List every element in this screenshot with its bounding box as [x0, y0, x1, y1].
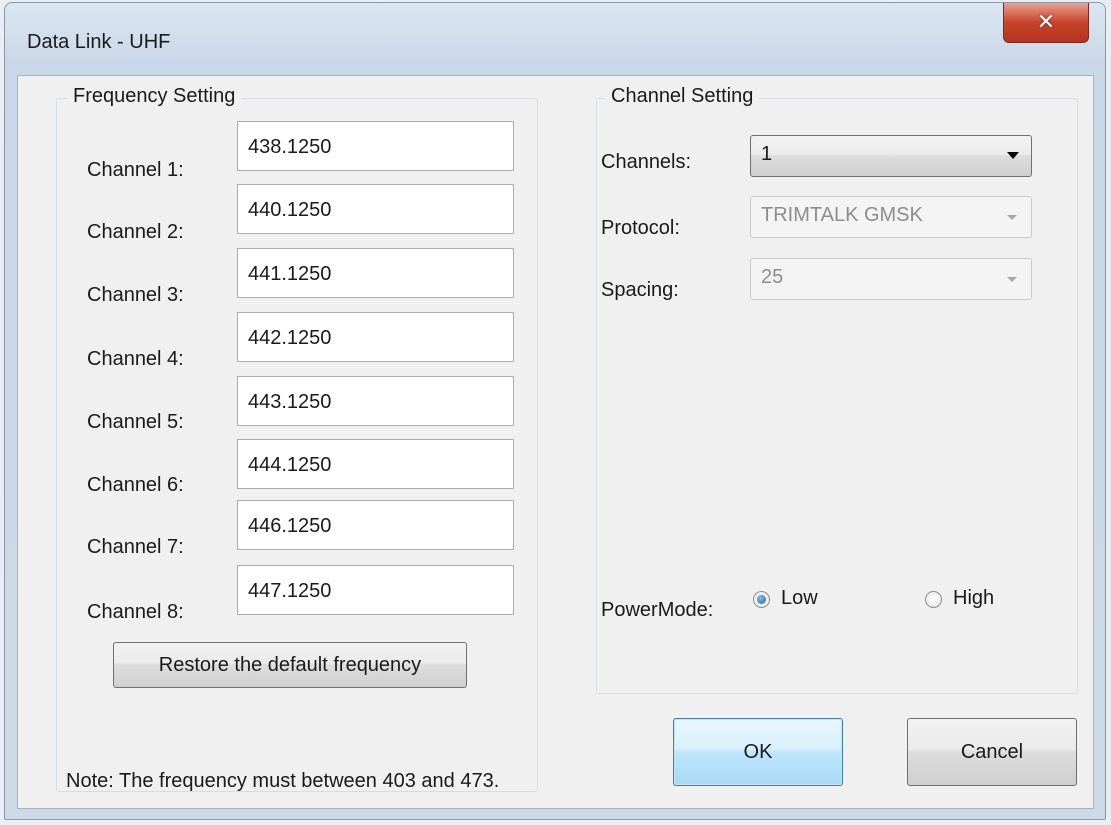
channels-value: 1: [761, 143, 773, 165]
channel-2-frequency-input[interactable]: [237, 184, 514, 234]
restore-default-frequency-button[interactable]: Restore the default frequency: [113, 642, 467, 688]
channel-setting-legend: Channel Setting: [605, 85, 760, 108]
ok-button[interactable]: OK: [673, 718, 843, 786]
chevron-down-icon: [1007, 152, 1019, 159]
channel-8-label: Channel 8:: [87, 601, 184, 623]
power-high-label[interactable]: High: [953, 587, 994, 610]
window-title: Data Link - UHF: [27, 31, 171, 53]
channel-5-frequency-input[interactable]: [237, 376, 514, 426]
spacing-value: 25: [761, 266, 784, 288]
channel-1-label: Channel 1:: [87, 159, 184, 181]
channels-dropdown[interactable]: 1: [750, 135, 1032, 177]
channels-label: Channels:: [601, 151, 692, 173]
channel-8-frequency-input[interactable]: [237, 565, 514, 615]
channel-6-label: Channel 6:: [87, 474, 184, 496]
channel-setting-group: Channel Setting Channels: 1 Protocol: TR…: [596, 85, 1078, 694]
chevron-down-icon: [1007, 277, 1017, 282]
protocol-dropdown[interactable]: TRIMTALK GMSK: [750, 196, 1032, 238]
frequency-note: Note: The frequency must between 403 and…: [66, 770, 500, 792]
cancel-button[interactable]: Cancel: [907, 718, 1077, 786]
channel-7-label: Channel 7:: [87, 536, 184, 558]
dialog-client-area: Frequency Setting Channel 1: Channel 2: …: [17, 75, 1094, 809]
channel-4-frequency-input[interactable]: [237, 312, 514, 362]
channel-5-label: Channel 5:: [87, 411, 184, 433]
close-button[interactable]: ✕: [1003, 3, 1089, 43]
frequency-setting-legend: Frequency Setting: [67, 85, 242, 108]
channel-6-frequency-input[interactable]: [237, 439, 514, 489]
channel-2-label: Channel 2:: [87, 221, 184, 243]
channel-3-label: Channel 3:: [87, 284, 184, 306]
channel-7-frequency-input[interactable]: [237, 500, 514, 550]
power-low-label[interactable]: Low: [781, 587, 818, 610]
channel-4-label: Channel 4:: [87, 348, 184, 370]
channel-1-frequency-input[interactable]: [237, 121, 514, 171]
title-bar[interactable]: Data Link - UHF ✕: [5, 3, 1105, 73]
close-icon: ✕: [1036, 10, 1056, 35]
chevron-down-icon: [1007, 215, 1017, 220]
powermode-label: PowerMode:: [601, 599, 714, 621]
spacing-label: Spacing:: [601, 279, 679, 301]
power-high-radio[interactable]: [925, 591, 942, 608]
channel-3-frequency-input[interactable]: [237, 248, 514, 298]
protocol-label: Protocol:: [601, 217, 680, 239]
spacing-dropdown[interactable]: 25: [750, 258, 1032, 300]
protocol-value: TRIMTALK GMSK: [761, 204, 923, 226]
power-low-radio[interactable]: [753, 591, 770, 608]
frequency-setting-group: Frequency Setting Channel 1: Channel 2: …: [56, 85, 538, 792]
dialog-window: Data Link - UHF ✕ Frequency Setting Chan…: [4, 2, 1106, 820]
